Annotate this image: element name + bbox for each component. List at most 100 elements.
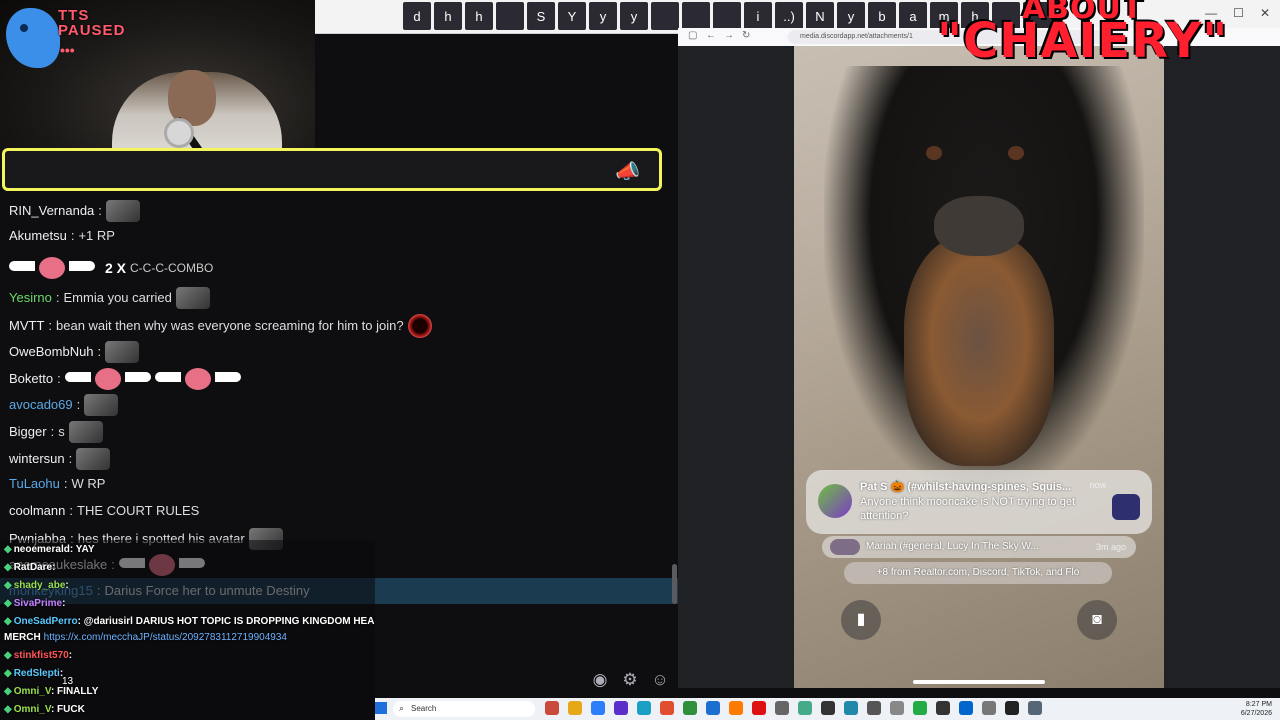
camera-icon[interactable]: ◙	[1077, 600, 1117, 640]
notification-more[interactable]: +8 from Realtor.com, Discord, TikTok, an…	[844, 562, 1112, 584]
gear-icon[interactable]: ⚙	[619, 670, 641, 692]
emote-tile[interactable]	[682, 2, 710, 30]
taskbar-time: 8:27 PM	[1245, 701, 1272, 708]
overlay-chat-username: RedSlepti	[13, 668, 60, 679]
chat-message: Boketto:	[9, 368, 241, 390]
taskbar-app-icon[interactable]	[706, 701, 720, 715]
emote-tile[interactable]: y	[589, 2, 617, 30]
overlay-chat: ◆ neoemerald: YAY ◆ RatDare: ◆ shady_abe: ◆ Siv…	[0, 540, 375, 720]
taskbar-app-icon[interactable]	[798, 701, 812, 715]
taskbar-app-icon[interactable]	[568, 701, 582, 715]
overlay-chat-username: SivaPrime	[13, 598, 63, 609]
emote-tile[interactable]: i	[744, 2, 772, 30]
emote-tile[interactable]: S	[527, 2, 555, 30]
emote-tile[interactable]: ..)	[775, 2, 803, 30]
taskbar-app-icon[interactable]	[890, 701, 904, 715]
taskbar-app-icon[interactable]	[591, 701, 605, 715]
chat-message-text: THE COURT RULES	[77, 503, 200, 518]
forward-icon[interactable]: →	[724, 30, 734, 41]
chat-separator: :	[50, 424, 55, 439]
emote-tile[interactable]	[651, 2, 679, 30]
taskbar-app-icon[interactable]	[660, 701, 674, 715]
emote-tile[interactable]: h	[465, 2, 493, 30]
tts-status-label: TTS PAUSED	[58, 7, 126, 39]
emote-tile[interactable]: h	[434, 2, 462, 30]
overlay-chat-line: ◆ RatDare:	[4, 562, 55, 574]
chat-message: MVTT: bean wait then why was everyone scr…	[9, 314, 432, 338]
taskbar-app-icon[interactable]	[982, 701, 996, 715]
emote-tile[interactable]: y	[837, 2, 865, 30]
notification-thumbnail	[1112, 494, 1140, 520]
chat-separator: :	[55, 290, 60, 305]
back-icon[interactable]: ←	[706, 30, 716, 41]
taskbar-app-icon[interactable]	[959, 701, 973, 715]
taskbar-app-icon[interactable]	[545, 701, 559, 715]
taskbar-app-icon[interactable]	[1005, 701, 1019, 715]
taskbar-app-icon[interactable]	[913, 701, 927, 715]
chat-username[interactable]: RIN_Vernanda	[9, 202, 94, 220]
overlay-chat-text: : @dariusirl DARIUS HOT TOPIC IS DROPPIN…	[77, 616, 375, 627]
maximize-icon[interactable]: ☐	[1233, 6, 1244, 20]
chat-username[interactable]: TuLaohu	[9, 475, 60, 493]
tab-icon[interactable]: ▢	[688, 30, 697, 41]
chat-username[interactable]: coolmann	[9, 502, 65, 520]
overlay-chat-text: : FUCK	[50, 704, 85, 715]
combo-count: 2 X	[105, 260, 127, 276]
reload-icon[interactable]: ↻	[742, 30, 750, 41]
chat-username[interactable]: MVTT	[9, 317, 44, 335]
emote-tile[interactable]: d	[403, 2, 431, 30]
badge-icon: ◆	[4, 562, 12, 573]
users-icon[interactable]: ☺	[649, 670, 671, 692]
emote-tile[interactable]: Y	[558, 2, 586, 30]
overlay-chat-text: MERCH	[4, 632, 41, 643]
chat-username[interactable]: wintersun	[9, 450, 65, 468]
badge-icon: ◆	[4, 616, 12, 627]
eye-icon[interactable]: ◉	[589, 670, 611, 692]
taskbar-search[interactable]: ⌕ Search	[393, 701, 535, 717]
chat-message: 2 X C-C-C-COMBO	[9, 257, 213, 279]
taskbar-app-icon[interactable]	[867, 701, 881, 715]
windows-start-icon[interactable]	[375, 702, 387, 714]
taskbar-app-icon[interactable]	[614, 701, 628, 715]
taskbar-app-icon[interactable]	[1028, 701, 1042, 715]
chat-username[interactable]: Yesirno	[9, 289, 52, 307]
chat-message: OweBombNuh:	[9, 341, 140, 363]
taskbar-app-icon[interactable]	[775, 701, 789, 715]
chat-username[interactable]: Bigger	[9, 423, 47, 441]
overlay-chat-link[interactable]: https://x.com/mecchaJP/status/2092783112…	[44, 632, 287, 643]
home-indicator[interactable]	[913, 680, 1045, 684]
emote-tile[interactable]	[713, 2, 741, 30]
overlay-chat-line: ◆ shady_abe:	[4, 580, 69, 592]
chat-username[interactable]: Boketto	[9, 370, 53, 388]
emote-tile[interactable]: y	[620, 2, 648, 30]
overlay-chat-text: : FINALLY	[50, 686, 99, 697]
chat-username[interactable]: Akumetsu	[9, 227, 67, 245]
chat-separator: :	[57, 371, 61, 386]
taskbar-apps	[545, 701, 1042, 715]
taskbar-clock[interactable]: 8:27 PM 6/27/2026	[1241, 700, 1272, 718]
emote-tile[interactable]: b	[868, 2, 896, 30]
overlay-chat-line: MERCH https://x.com/mecchaJP/status/20927…	[4, 632, 287, 644]
taskbar-app-icon[interactable]	[729, 701, 743, 715]
taskbar-app-icon[interactable]	[637, 701, 651, 715]
close-icon[interactable]: ✕	[1260, 6, 1270, 20]
chat-username[interactable]: avocado69	[9, 396, 73, 414]
taskbar-app-icon[interactable]	[821, 701, 835, 715]
chat-username[interactable]: OweBombNuh	[9, 343, 94, 361]
notification-avatars	[830, 539, 860, 555]
taskbar-app-icon[interactable]	[683, 701, 697, 715]
flashlight-icon[interactable]: ▮	[841, 600, 881, 640]
notification-card-secondary[interactable]: Mariah (#general, Lucy In The Sky W... 3…	[822, 536, 1136, 558]
title-line-2: "CHAIERY"	[937, 13, 1229, 69]
emote-tile[interactable]	[496, 2, 524, 30]
notification-time: now	[1089, 480, 1106, 490]
emote-tile[interactable]: N	[806, 2, 834, 30]
badge-icon: ◆	[4, 544, 12, 555]
highlighted-message-bar[interactable]: 📣	[2, 148, 662, 191]
taskbar-app-icon[interactable]	[844, 701, 858, 715]
taskbar-app-icon[interactable]	[752, 701, 766, 715]
taskbar-app-icon[interactable]	[936, 701, 950, 715]
chat-scrollbar[interactable]	[672, 564, 677, 604]
notification-card[interactable]: Pat S 🎃 (#whilst-having-spines, Squis...…	[806, 470, 1152, 534]
emote-tile[interactable]: a	[899, 2, 927, 30]
